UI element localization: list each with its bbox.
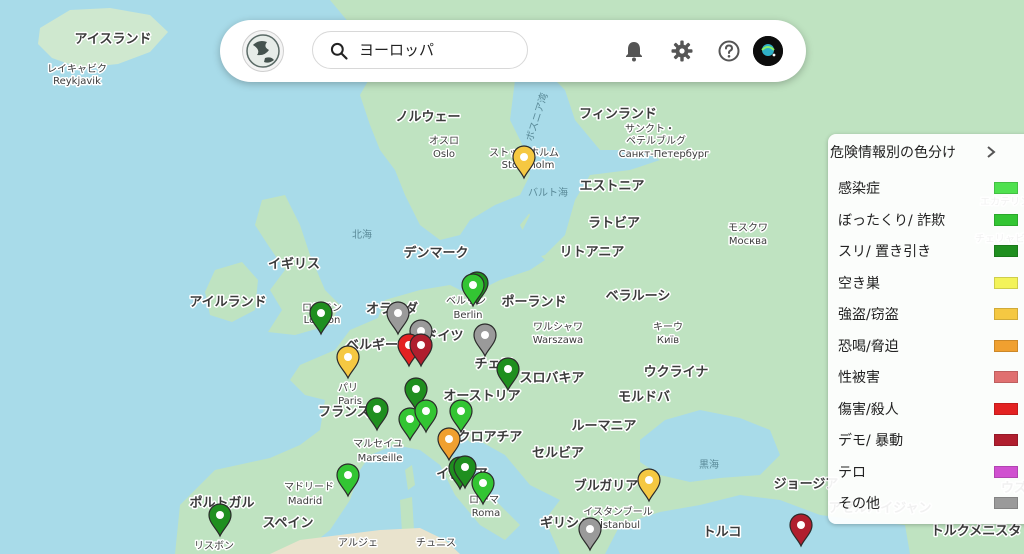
map-label-spain: スペイン bbox=[262, 516, 313, 531]
map-label-poland: ポーランド bbox=[501, 294, 566, 310]
top-bar: ヨーロッパ bbox=[220, 20, 806, 82]
help-icon[interactable] bbox=[717, 39, 741, 63]
gear-icon[interactable] bbox=[670, 39, 694, 63]
map-label-warsaw-en: Warszawa bbox=[533, 335, 583, 346]
legend-item: 感染症 bbox=[838, 174, 1023, 200]
legend-item-label: 傷害/殺人 bbox=[838, 401, 899, 418]
legend-item: ぼったくり/ 詐欺 bbox=[838, 206, 1023, 232]
map-label-lithuania: リトアニア bbox=[560, 245, 625, 260]
map-label-madrid: マドリード bbox=[284, 482, 334, 493]
search-input[interactable]: ヨーロッパ bbox=[359, 32, 434, 68]
map-label-latvia: ラトビア bbox=[588, 215, 640, 231]
map-label-rome-en: Roma bbox=[472, 508, 501, 519]
legend-item-label: 恐喝/脅迫 bbox=[838, 338, 899, 355]
legend-item: 恐喝/脅迫 bbox=[838, 332, 1023, 358]
legend-item-swatch bbox=[994, 213, 1018, 226]
map-label-oslo-en: Oslo bbox=[433, 149, 455, 160]
map-label-istanbul-en: İstanbul bbox=[600, 518, 640, 531]
map-label-istanbul: イスタンブール bbox=[583, 505, 652, 518]
map-label-ireland: アイルランド bbox=[189, 295, 266, 310]
legend-item-swatch bbox=[994, 276, 1018, 289]
map-label-denmark: デンマーク bbox=[403, 245, 468, 261]
map-label-turkey: トルコ bbox=[703, 525, 742, 540]
map-label-lisbon: リスボン bbox=[194, 540, 234, 552]
legend-item: 空き巣 bbox=[838, 269, 1023, 295]
map-label-reykjavik-en: Reykjavik bbox=[53, 76, 101, 87]
legend-item-label: テロ bbox=[838, 464, 866, 481]
legend-item-swatch bbox=[994, 371, 1018, 383]
map-label-uk: イギリス bbox=[268, 256, 320, 272]
avatar[interactable] bbox=[753, 36, 783, 66]
legend-item-label: 性被害 bbox=[838, 370, 880, 386]
map-label-spb2: ペテルブルグ bbox=[626, 134, 686, 147]
map-label-bulgaria: ブルガリア bbox=[574, 478, 639, 494]
map-label-spb3: Санкт-Петербург bbox=[619, 149, 710, 160]
legend-item-swatch bbox=[994, 434, 1018, 446]
legend-item-label: その他 bbox=[838, 496, 880, 512]
legend-item: 傷害/殺人 bbox=[838, 395, 1023, 421]
map-label-paris: パリ bbox=[338, 382, 358, 394]
map-label-madrid-en: Madrid bbox=[288, 496, 322, 507]
legend-item-swatch bbox=[994, 497, 1018, 509]
map-label-kyiv-ua: Київ bbox=[657, 335, 679, 346]
legend-item: スリ/ 置き引き bbox=[838, 237, 1023, 263]
search-box[interactable]: ヨーロッパ bbox=[312, 31, 528, 69]
chevron-right-icon[interactable] bbox=[984, 145, 998, 159]
map-label-iceland: アイスランド bbox=[75, 32, 152, 47]
legend-panel: 危険情報別の色分け 感染症ぼったくり/ 詐欺 スリ/ 置き引き 空き巣強盗/窃盗恐喝… bbox=[828, 134, 1024, 524]
map-label-warsaw: ワルシャワ bbox=[533, 322, 583, 333]
legend-item: テロ bbox=[838, 458, 1023, 484]
map-label-slovakia: スロバキア bbox=[519, 371, 584, 386]
legend-item: その他 bbox=[838, 489, 1023, 515]
map-label-ukraine: ウクライナ bbox=[644, 365, 709, 380]
legend-item: 強盗/窃盗 bbox=[838, 300, 1023, 326]
legend-item-label: 感染症 bbox=[838, 181, 880, 197]
map-label-algiers: アルジェ bbox=[338, 538, 378, 549]
map-label-marseille-en: Marseille bbox=[358, 453, 403, 464]
map-label-berlin-en: Berlin bbox=[453, 310, 482, 321]
legend-item-swatch bbox=[994, 402, 1018, 415]
bell-icon[interactable] bbox=[622, 39, 646, 63]
map-label-moscow: モスクワ bbox=[728, 222, 768, 234]
map-label-turkmenistan: トルクメニスタ bbox=[931, 524, 1021, 539]
map-label-estonia: エストニア bbox=[579, 179, 644, 194]
map-label-romania: ルーマニア bbox=[571, 419, 636, 434]
avatar-image-icon bbox=[753, 36, 783, 66]
legend-item-swatch bbox=[994, 339, 1018, 352]
map-label-finland: フィンランド bbox=[579, 107, 657, 122]
map-label-serbia: セルビア bbox=[532, 445, 584, 461]
map-label-croatia: クロアチア bbox=[458, 430, 523, 445]
map-label-moldova: モルドバ bbox=[618, 390, 670, 405]
search-icon[interactable] bbox=[329, 41, 349, 61]
globe-logo-icon bbox=[246, 34, 280, 68]
map-label-blacksea: 黒海 bbox=[699, 458, 719, 471]
legend-item: デモ/ 暴動 bbox=[838, 426, 1023, 452]
legend-item-swatch bbox=[994, 245, 1018, 257]
map-label-france: フランス bbox=[318, 405, 370, 420]
map-label-belarus: ベラルーシ bbox=[606, 289, 671, 304]
map-label-kyiv: キーウ bbox=[653, 321, 683, 333]
map-label-oslo: オスロ bbox=[429, 135, 459, 147]
map-label-tunis: チュニス bbox=[416, 537, 456, 549]
legend-item-label: 空き巣 bbox=[838, 275, 880, 292]
legend-item-label: スリ/ 置き引き bbox=[838, 244, 932, 260]
legend-title: 危険情報別の色分け bbox=[830, 145, 956, 161]
legend-item-label: デモ/ 暴動 bbox=[838, 433, 904, 449]
map-label-northsea: 北海 bbox=[352, 228, 372, 241]
legend-item: 性被害 bbox=[838, 363, 1023, 389]
legend-item-label: ぼったくり/ 詐欺 bbox=[838, 212, 946, 229]
legend-item-label: 強盗/窃盗 bbox=[838, 307, 899, 323]
legend-item-swatch bbox=[994, 182, 1018, 194]
map-label-moscow-ru: Москва bbox=[729, 236, 767, 247]
app-logo[interactable] bbox=[242, 30, 284, 72]
map-label-spb1: サンクト・ bbox=[625, 123, 675, 135]
map-label-reykjavik: レイキャビク bbox=[47, 63, 107, 75]
legend-item-swatch bbox=[994, 308, 1018, 320]
map-label-baltic: バルト海 bbox=[528, 186, 568, 199]
map-label-marseille: マルセイユ bbox=[353, 438, 403, 450]
map-label-norway: ノルウェー bbox=[395, 110, 460, 125]
legend-item-swatch bbox=[994, 465, 1018, 478]
